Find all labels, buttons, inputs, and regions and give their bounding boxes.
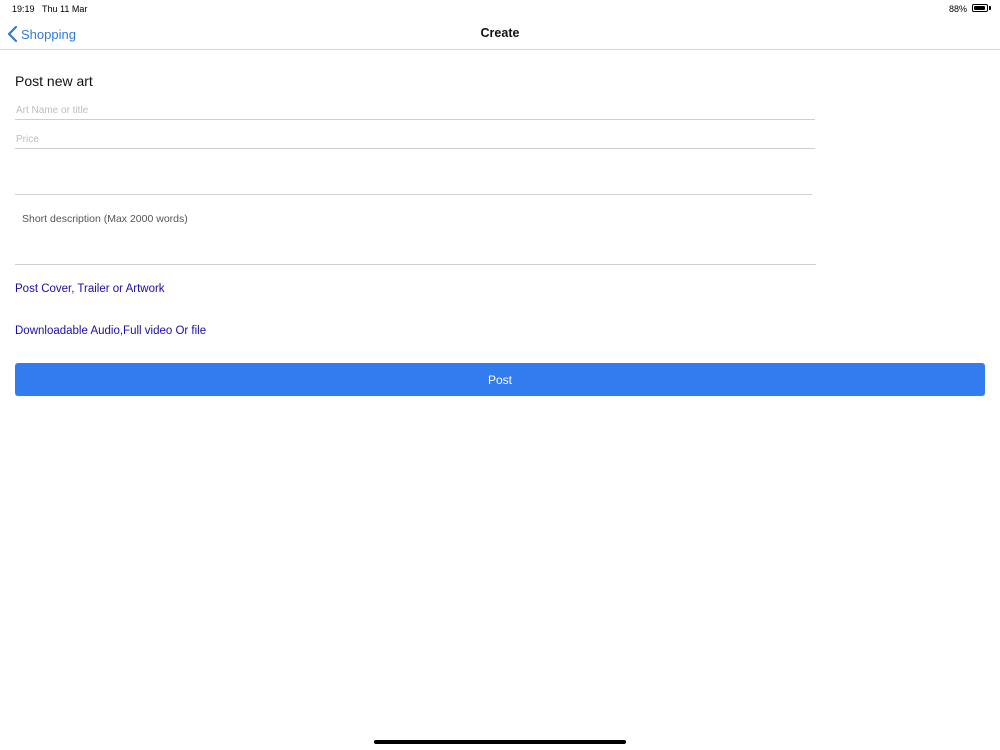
battery-fill — [974, 6, 985, 10]
page-title: Create — [480, 26, 520, 40]
art-name-input[interactable] — [15, 102, 815, 120]
battery-icon — [972, 4, 988, 12]
battery-cap — [989, 6, 991, 10]
status-time: 19:19 — [12, 4, 35, 14]
post-cover-link[interactable]: Post Cover, Trailer or Artwork — [15, 283, 165, 295]
battery-percentage: 88% — [948, 4, 967, 14]
description-textarea[interactable] — [15, 205, 816, 265]
status-date: Thu 11 Mar — [42, 4, 88, 14]
post-button[interactable]: Post — [15, 363, 985, 396]
navigation-bar: Shopping Create — [0, 18, 1000, 50]
create-screen: 19:19 Thu 11 Mar 88% Shopping Create Pos… — [0, 0, 1000, 750]
price-input[interactable] — [15, 131, 815, 149]
downloadable-file-link[interactable]: Downloadable Audio,Full video Or file — [15, 325, 206, 337]
section-title: Post new art — [15, 73, 93, 89]
blank-input-field[interactable] — [15, 165, 812, 195]
status-bar: 19:19 Thu 11 Mar 88% — [0, 0, 1000, 18]
home-indicator — [374, 740, 626, 744]
